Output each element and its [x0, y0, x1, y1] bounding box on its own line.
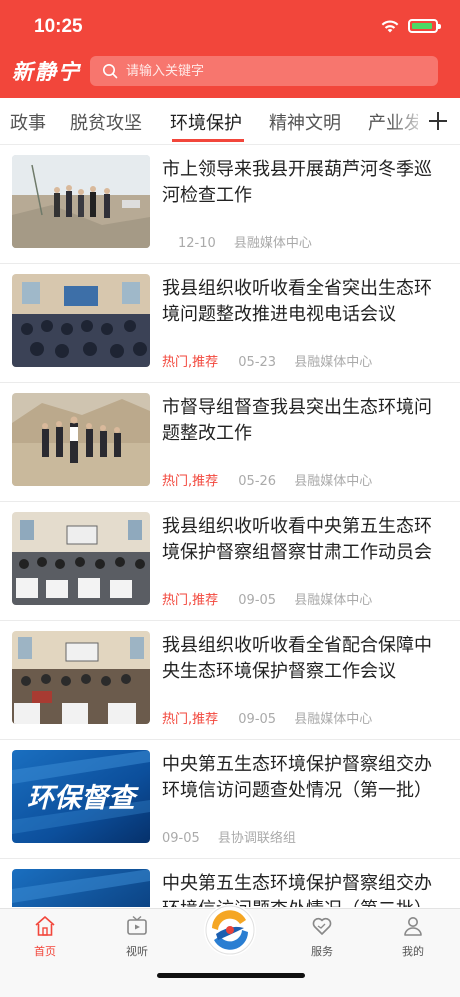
news-thumbnail: [12, 274, 150, 367]
bottom-tab-bar: 首页 视听 服务 我的: [0, 904, 460, 997]
category-tabs: 政事 脱贫攻坚 环境保护 精神文明 产业发: [0, 98, 460, 145]
news-title: 我县组织收听收看全省配合保障中央生态环境保护督察工作会议: [162, 635, 432, 682]
tabbar-label: 首页: [34, 945, 56, 958]
heart-icon: [312, 917, 332, 935]
news-meta: 热门,推荐 05-26 县融媒体中心: [162, 470, 372, 489]
news-source: 县融媒体中心: [294, 712, 373, 727]
tabbar-label: 我的: [402, 945, 424, 958]
news-source: 县融媒体中心: [233, 236, 312, 251]
user-icon: [404, 917, 422, 936]
status-time: 10:25: [34, 16, 83, 37]
news-source: 县融媒体中心: [294, 474, 373, 489]
news-item[interactable]: 我县组织收听收看全省突出生态环境问题整改推进电视电话会议 热门,推荐 05-23…: [0, 264, 460, 383]
tabbar-mine[interactable]: 我的: [373, 909, 453, 965]
news-date: 05-23: [238, 355, 277, 370]
news-meta: 12-10 县融媒体中心: [162, 232, 312, 251]
news-date: 09-05: [238, 712, 277, 727]
news-date: 09-05: [162, 831, 200, 846]
news-item[interactable]: 我县组织收听收看全省配合保障中央生态环境保护督察工作会议 热门,推荐 09-05…: [0, 621, 460, 740]
news-title: 市上领导来我县开展葫芦河冬季巡河检查工作: [162, 159, 432, 206]
news-tags: 热门,推荐: [162, 355, 219, 370]
news-thumbnail: [12, 155, 150, 248]
news-item[interactable]: 我县组织收听收看中央第五生态环境保护督察组督察甘肃工作动员会 热门,推荐 09-…: [0, 502, 460, 621]
news-meta: 热门,推荐 09-05 县融媒体中心: [162, 708, 372, 727]
home-icon: [35, 916, 55, 936]
tabbar-label: 视听: [126, 945, 148, 958]
news-title: 中央第五生态环境保护督察组交办环境信访问题查处情况（第一批）: [162, 754, 432, 801]
news-tags: 热门,推荐: [162, 593, 219, 608]
tab-huanjing[interactable]: 环境保护: [170, 109, 242, 135]
news-source: 县协调联络组: [217, 831, 296, 846]
news-thumbnail: [12, 393, 150, 486]
plus-icon: [429, 112, 447, 130]
news-item[interactable]: 环保督查 中央第五生态环境保护督察组交办环境信访问题查处情况（第一批） 09-0…: [0, 740, 460, 859]
battery-icon: [408, 19, 441, 33]
news-thumbnail: [12, 631, 150, 724]
tabbar-home[interactable]: 首页: [5, 909, 85, 965]
news-meta: 热门,推荐 09-05 县融媒体中心: [162, 589, 372, 608]
status-icons: [380, 18, 441, 34]
add-channel-button[interactable]: [418, 98, 460, 144]
news-thumbnail: 环保督查: [12, 750, 150, 843]
search-icon: [103, 64, 118, 79]
news-item[interactable]: 市上领导来我县开展葫芦河冬季巡河检查工作 12-10 县融媒体中心: [0, 145, 460, 264]
news-date: 12-10: [178, 236, 216, 251]
home-indicator: [157, 973, 305, 978]
news-title: 中央第五生态环境保护督察组交办环境信访问题查处情况（第二批）: [162, 873, 432, 907]
active-tab-indicator: [172, 139, 244, 142]
news-list: 市上领导来我县开展葫芦河冬季巡河检查工作 12-10 县融媒体中心 我县组织收听…: [0, 145, 460, 907]
tabbar-media[interactable]: 视听: [97, 909, 177, 965]
news-source: 县融媒体中心: [294, 593, 373, 608]
news-source: 县融媒体中心: [294, 355, 373, 370]
search-input[interactable]: [124, 62, 418, 80]
news-item[interactable]: 市督导组督查我县突出生态环境问题整改工作 热门,推荐 05-26 县融媒体中心: [0, 383, 460, 502]
news-thumbnail: [12, 512, 150, 605]
news-meta: 热门,推荐 05-23 县融媒体中心: [162, 351, 372, 370]
tabbar-service[interactable]: 服务: [282, 909, 362, 965]
banner-text: 环保督查: [27, 783, 139, 814]
app-logo-icon: [205, 905, 255, 955]
news-item[interactable]: 中央第五生态环境保护督察组交办环境信访问题查处情况（第二批）: [0, 859, 460, 907]
news-tags: 热门,推荐: [162, 474, 219, 489]
app-header: 10:25 新静宁: [0, 0, 460, 98]
tab-jingshen[interactable]: 精神文明: [269, 109, 341, 135]
news-date: 09-05: [238, 593, 277, 608]
search-bar[interactable]: [90, 56, 438, 86]
news-date: 05-26: [238, 474, 277, 489]
news-title: 市督导组督查我县突出生态环境问题整改工作: [162, 397, 432, 444]
tabbar-label: 服务: [311, 945, 333, 958]
tab-tuopin[interactable]: 脱贫攻坚: [70, 109, 142, 135]
news-thumbnail: [12, 869, 150, 907]
news-title: 我县组织收听收看中央第五生态环境保护督察组督察甘肃工作动员会: [162, 516, 432, 563]
news-tags: 热门,推荐: [162, 712, 219, 727]
news-title: 我县组织收听收看全省突出生态环境问题整改推进电视电话会议: [162, 278, 432, 325]
tv-icon: [127, 915, 147, 935]
tab-zhengshi[interactable]: 政事: [10, 109, 46, 135]
news-meta: 09-05 县协调联络组: [162, 827, 296, 846]
app-logo[interactable]: 新静宁: [12, 56, 81, 86]
center-logo-button[interactable]: [204, 904, 256, 956]
wifi-icon: [381, 20, 399, 33]
